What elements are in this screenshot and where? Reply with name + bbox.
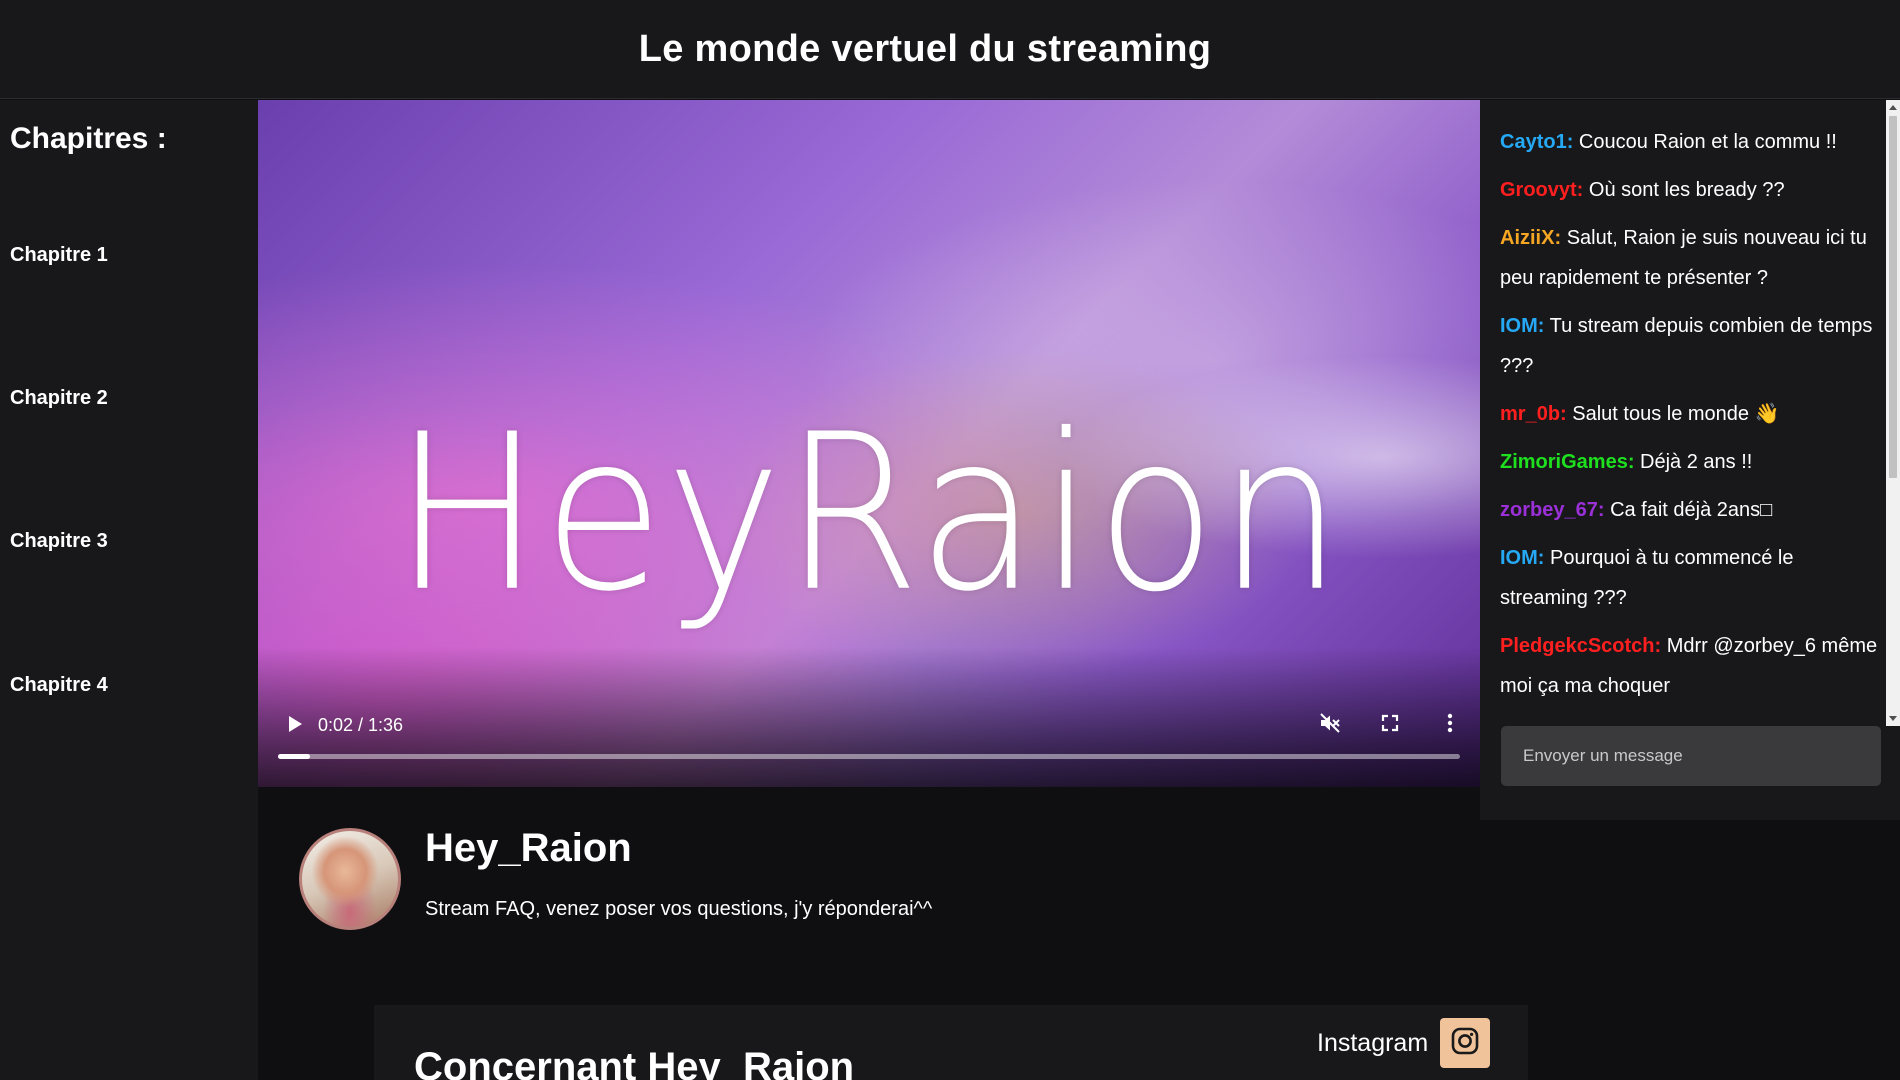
chat-scrollbar[interactable]: [1886, 100, 1900, 726]
chat-username[interactable]: Groovyt:: [1500, 179, 1583, 201]
chapters-heading: Chapitres :: [10, 122, 167, 155]
instagram-link[interactable]: Instagram: [1317, 1029, 1428, 1058]
about-section: Concernant Hey_Raion Instagram: [374, 1005, 1528, 1080]
chat-username[interactable]: zorbey_67:: [1500, 499, 1605, 521]
time-display: 0:02 / 1:36: [318, 715, 404, 735]
chat-messages[interactable]: Cayto1: Coucou Raion et la commu !! Groov…: [1500, 122, 1882, 722]
chat-panel: Cayto1: Coucou Raion et la commu !! Groov…: [1480, 100, 1900, 820]
chapters-sidebar: Chapitres : Chapitre 1 Chapitre 2 Chapit…: [0, 100, 258, 1080]
page-title: Le monde vertuel du streaming: [638, 27, 1212, 70]
mute-button[interactable]: [1316, 711, 1344, 739]
chapter-link-1[interactable]: Chapitre 1: [10, 244, 108, 267]
instagram-button[interactable]: [1440, 1018, 1490, 1068]
chat-message: Cayto1: Coucou Raion et la commu !!: [1500, 122, 1882, 162]
chat-message: AiziiX: Salut, Raion je suis nouveau ici…: [1500, 218, 1882, 298]
channel-name: Hey_Raion: [425, 826, 632, 870]
chat-message-text: Où sont les bready ??: [1588, 179, 1785, 201]
chat-message-input[interactable]: [1501, 726, 1881, 786]
chapter-link-3[interactable]: Chapitre 3: [10, 530, 108, 553]
fullscreen-button[interactable]: [1376, 711, 1404, 739]
chat-message: Groovyt: Où sont les bready ??: [1500, 170, 1882, 210]
scrollbar-thumb[interactable]: [1889, 116, 1897, 478]
about-title: Concernant Hey_Raion: [414, 1045, 855, 1080]
video-controls: 0:02 / 1:36: [258, 697, 1480, 787]
chat-message-text: Salut tous le monde 👋: [1572, 403, 1780, 425]
chat-message: IOM: Pourquoi à tu commencé le streaming…: [1500, 538, 1882, 618]
chat-message: IOM: Tu stream depuis combien de temps ?…: [1500, 306, 1882, 386]
fullscreen-icon: [1380, 713, 1400, 738]
chat-username[interactable]: Cayto1:: [1500, 131, 1573, 153]
chat-message: PledgekcScotch: Mdrr @zorbey_6 même moi …: [1500, 626, 1882, 706]
more-options-button[interactable]: [1436, 711, 1464, 739]
chat-message-text: Coucou Raion et la commu !!: [1578, 131, 1837, 153]
chapter-link-2[interactable]: Chapitre 2: [10, 387, 108, 410]
scroll-up-icon[interactable]: [1889, 105, 1897, 110]
chat-message-text: Déjà 2 ans !!: [1640, 451, 1753, 473]
instagram-icon: [1450, 1026, 1480, 1061]
video-progress-fill: [278, 754, 310, 759]
chat-username[interactable]: ZimoriGames:: [1500, 451, 1634, 473]
chat-username[interactable]: IOM:: [1500, 315, 1544, 337]
chat-message: IOM: Ça a étais difficile au début ?: [1500, 714, 1882, 722]
top-header: Le monde vertuel du streaming: [0, 0, 1900, 99]
avatar: [299, 828, 401, 930]
chat-message: ZimoriGames: Déjà 2 ans !!: [1500, 442, 1882, 482]
chat-message-text: Pourquoi à tu commencé le streaming ???: [1500, 547, 1794, 609]
volume-muted-icon: [1318, 711, 1342, 740]
chat-message-text: Tu stream depuis combien de temps ???: [1500, 315, 1873, 377]
chat-message-text: Ca fait déjà 2ans□: [1610, 499, 1773, 521]
chat-username[interactable]: AiziiX:: [1500, 227, 1561, 249]
play-button[interactable]: [282, 713, 308, 739]
scroll-down-icon[interactable]: [1889, 716, 1897, 721]
video-player[interactable]: HeyRaion 0:02 / 1:36: [258, 100, 1480, 787]
chat-username[interactable]: PledgekcScotch:: [1500, 635, 1661, 657]
more-vertical-icon: [1447, 713, 1453, 738]
play-icon: [287, 715, 303, 738]
chat-username[interactable]: IOM:: [1500, 547, 1544, 569]
chat-message: zorbey_67: Ca fait déjà 2ans□: [1500, 490, 1882, 530]
stream-description: Stream FAQ, venez poser vos questions, j…: [425, 898, 933, 920]
chat-message: mr_0b: Salut tous le monde 👋: [1500, 394, 1882, 434]
video-progress-bar[interactable]: [278, 754, 1460, 759]
chapter-link-4[interactable]: Chapitre 4: [10, 674, 108, 697]
chat-username[interactable]: mr_0b:: [1500, 403, 1567, 425]
video-overlay-logo: HeyRaion: [393, 388, 1345, 640]
